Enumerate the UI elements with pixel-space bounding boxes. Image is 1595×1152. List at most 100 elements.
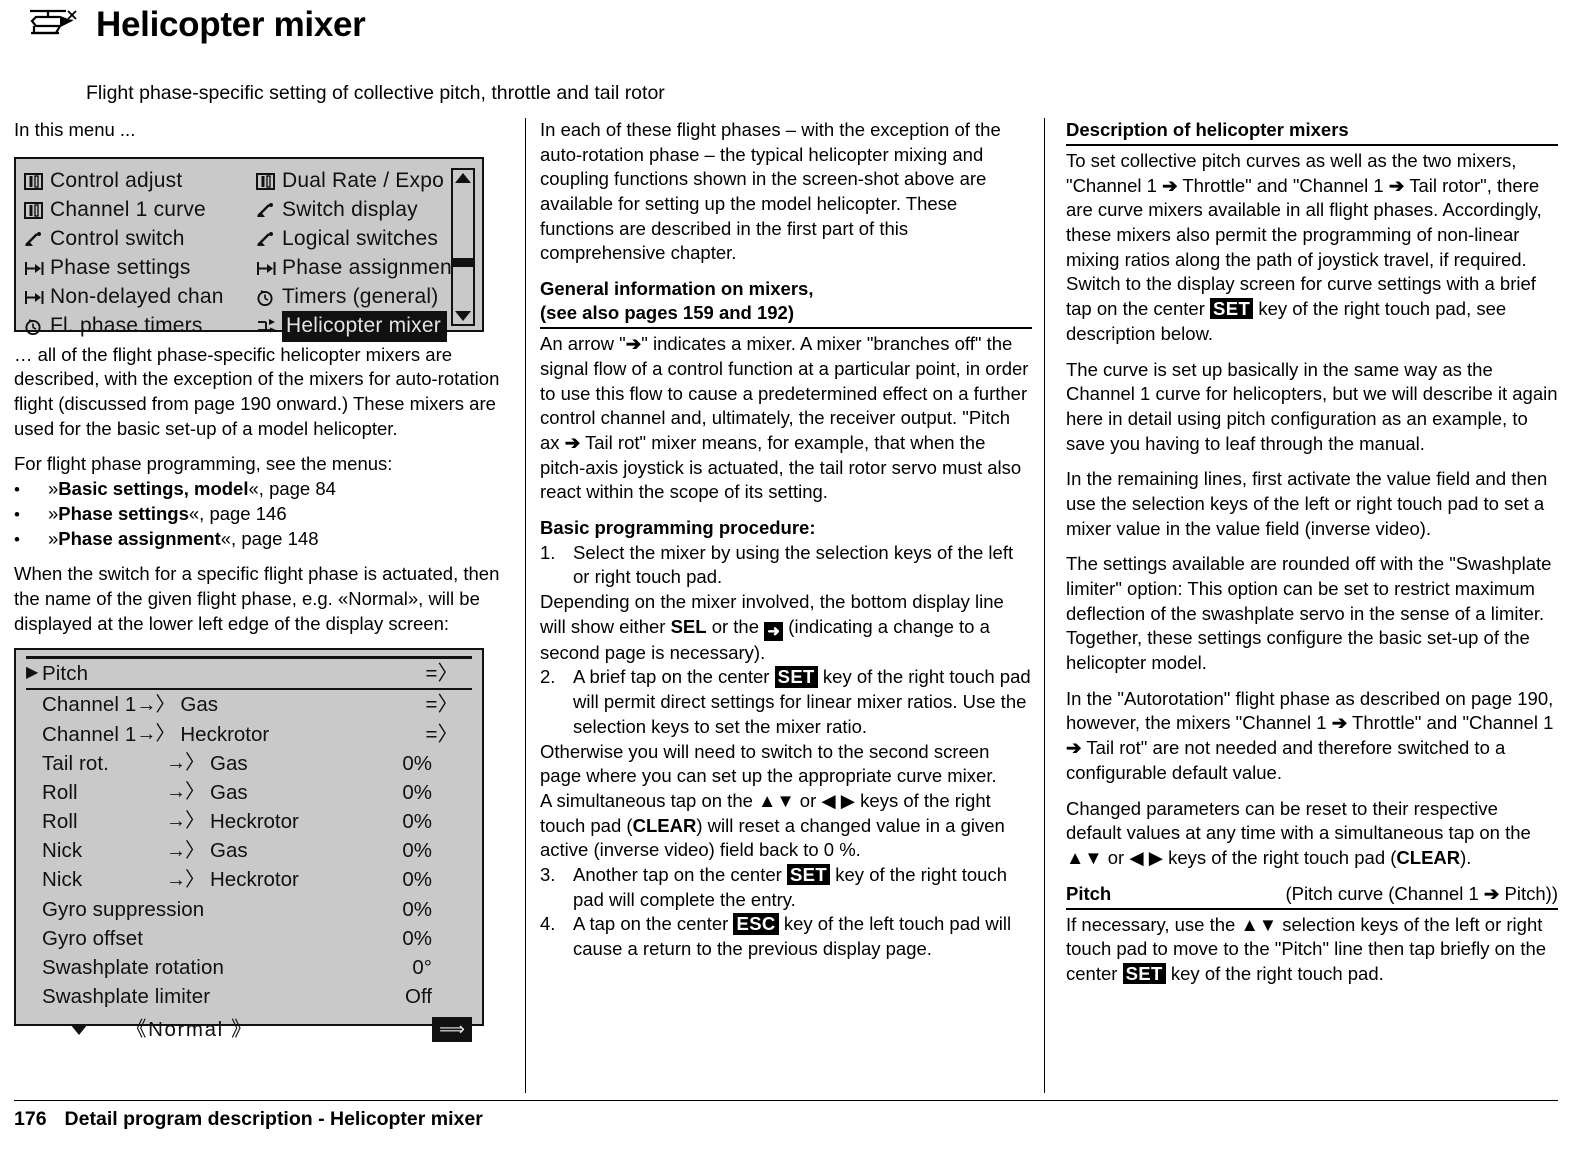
mixer-value[interactable]: =〉 [426, 691, 472, 718]
step-text: Select the mixer by using the selection … [573, 541, 1014, 588]
page-footer: 176 Detail program description - Helicop… [14, 1108, 483, 1131]
page-title: Helicopter mixer [96, 4, 366, 44]
col1-paragraph-2: For flight phase programming, see the me… [14, 453, 393, 475]
list-item: • »Phase settings«, page 146 [14, 502, 506, 527]
table-row[interactable]: Swashplate limiter Off [26, 982, 472, 1011]
step-number: 1. [540, 541, 556, 563]
column-left: In this menu ... Control adjust Dual Rat… [14, 118, 506, 1042]
table-row[interactable]: Tail rot. →〉 Gas 0% [26, 749, 472, 778]
menu-item-switch-display[interactable]: Switch display [256, 196, 476, 225]
set-key-badge: SET [1210, 298, 1254, 320]
menu-item-control-adjust[interactable]: Control adjust [24, 167, 256, 196]
clear-key-label: CLEAR [1396, 846, 1461, 868]
mixer-value[interactable]: 0% [402, 837, 472, 864]
table-row[interactable]: Roll →〉 Gas 0% [26, 778, 472, 807]
step-1-sub-text: Depending on the mixer involved, the bot… [540, 591, 1004, 663]
menu-item-control-switch[interactable]: Control switch [24, 225, 256, 254]
table-row[interactable]: Swashplate rotation 0° [26, 953, 472, 982]
bullet-dot: • [14, 504, 20, 524]
mixer-value[interactable]: 0% [402, 925, 472, 952]
step-text: Another tap on the center SET key of the… [573, 863, 1008, 910]
menu-item-label: Switch display [282, 198, 418, 222]
lcd-menu-grid: Control adjust Dual Rate / Expo Channel … [24, 167, 476, 342]
mixer-value[interactable]: 0% [402, 779, 472, 806]
col1-paragraph-3: When the switch for a specific flight ph… [14, 563, 500, 634]
menu-item-phase-settings[interactable]: Phase settings [24, 254, 256, 283]
mixer-target: Gas [180, 693, 218, 717]
mixer-value[interactable]: 0% [402, 896, 472, 923]
list-item-text: »Basic settings, model«, page 84 [48, 478, 336, 500]
mixer-target: Gas [210, 751, 248, 775]
step-text: A brief tap on the center SET key of the… [573, 666, 1031, 737]
col3-paragraph-4: The settings available are rounded off w… [1066, 553, 1552, 674]
table-row[interactable]: Channel 1 →〉 Gas =〉 [26, 690, 472, 719]
mixer-target: Gas [210, 780, 248, 804]
mixer-value[interactable]: Off [405, 983, 472, 1010]
menu-item-dual-rate-expo[interactable]: Dual Rate / Expo [256, 167, 476, 196]
table-row[interactable]: Gyro suppression 0% [26, 895, 472, 924]
menu-item-label: Fl. phase timers [50, 314, 203, 338]
menu-item-label-selected: Helicopter mixer [282, 310, 447, 342]
mixer-arrow-icon: →〉 [136, 722, 175, 745]
mixer-name: Channel 1 [42, 693, 137, 717]
table-row[interactable]: ▶ Pitch =〉 [26, 659, 472, 688]
mixer-arrow-icon: ➔ [1483, 882, 1500, 904]
table-row[interactable]: Nick →〉 Gas 0% [26, 836, 472, 865]
logical-switches-icon [256, 231, 282, 248]
scroll-up-arrow-icon[interactable] [455, 172, 471, 183]
mixer-value[interactable]: 0% [402, 808, 472, 835]
mixer-value[interactable]: 0° [412, 954, 472, 981]
menu-item-helicopter-mixer[interactable]: Helicopter mixer [256, 310, 476, 342]
mixer-name: Swashplate limiter [42, 985, 211, 1009]
scroll-down-arrow-icon[interactable] [455, 310, 471, 321]
table-row[interactable]: Roll →〉 Heckrotor 0% [26, 807, 472, 836]
non-delayed-chan-icon [24, 289, 50, 306]
mixer-target: Heckrotor [210, 810, 299, 834]
dual-rate-expo-icon [256, 172, 282, 190]
lcd-scrollbar[interactable] [451, 167, 475, 326]
scrollbar-thumb[interactable] [453, 185, 473, 267]
scroll-down-arrow-icon[interactable] [70, 1024, 88, 1035]
mixer-arrow-icon: ➔ [625, 333, 642, 355]
mixer-value[interactable]: =〉 [426, 721, 472, 748]
next-page-arrow-icon[interactable]: ⟹ [432, 1017, 472, 1042]
mixer-value[interactable]: =〉 [426, 660, 472, 687]
mixer-target: Gas [210, 839, 248, 863]
pitch-heading-note: (Pitch curve (Channel 1 ➔ Pitch)) [1285, 882, 1558, 904]
menu-item-logical-switches[interactable]: Logical switches [256, 225, 476, 254]
section-heading-description: Description of helicopter mixers [1066, 118, 1558, 147]
menu-item-phase-assignment[interactable]: Phase assignment [256, 254, 476, 283]
mixer-value[interactable]: 0% [402, 750, 472, 777]
list-item: • »Phase assignment«, page 148 [14, 527, 506, 552]
list-item: 1. Select the mixer by using the selecti… [540, 541, 1032, 590]
left-right-keys-icon: ◀ ▶ [821, 789, 856, 811]
table-row[interactable]: Channel 1 →〉 Heckrotor =〉 [26, 720, 472, 749]
menu-item-non-delayed-chan[interactable]: Non-delayed chan [24, 283, 256, 312]
cursor-arrow-icon: ▶ [26, 664, 39, 682]
bullet-dot: • [14, 480, 20, 500]
menu-item-channel-1-curve[interactable]: Channel 1 curve [24, 196, 256, 225]
control-switch-icon [24, 231, 50, 248]
mixer-name: Tail rot. [42, 751, 109, 775]
sel-key-label: SEL [670, 615, 707, 637]
bullet-dot: • [14, 529, 20, 549]
col3-paragraph-2: The curve is set up basically in the sam… [1066, 358, 1558, 454]
mixer-value[interactable]: 0% [402, 866, 472, 893]
lcd-menu-screen: Control adjust Dual Rate / Expo Channel … [14, 156, 484, 342]
table-row[interactable]: Nick →〉 Heckrotor 0% [26, 866, 472, 895]
list-item: 3. Another tap on the center SET key of … [540, 863, 1032, 912]
timers-general-icon [256, 289, 282, 306]
esc-key-badge: ESC [733, 913, 779, 935]
channel-curve-icon [24, 201, 50, 219]
left-right-keys-icon: ◀ ▶ [1129, 846, 1163, 868]
menu-item-label: Dual Rate / Expo [282, 169, 444, 193]
menu-item-timers-general[interactable]: Timers (general) [256, 283, 476, 312]
table-row[interactable]: Gyro offset 0% [26, 924, 472, 953]
menu-item-fl-phase-timers[interactable]: Fl. phase timers [24, 312, 256, 341]
mixer-arrow-icon: →〉 [166, 781, 205, 804]
col3-paragraph-5: In the "Autorotation" flight phase as de… [1066, 687, 1554, 783]
step-text: A tap on the center ESC key of the left … [573, 913, 1012, 960]
up-down-keys-icon: ▲▼ [1240, 913, 1278, 935]
